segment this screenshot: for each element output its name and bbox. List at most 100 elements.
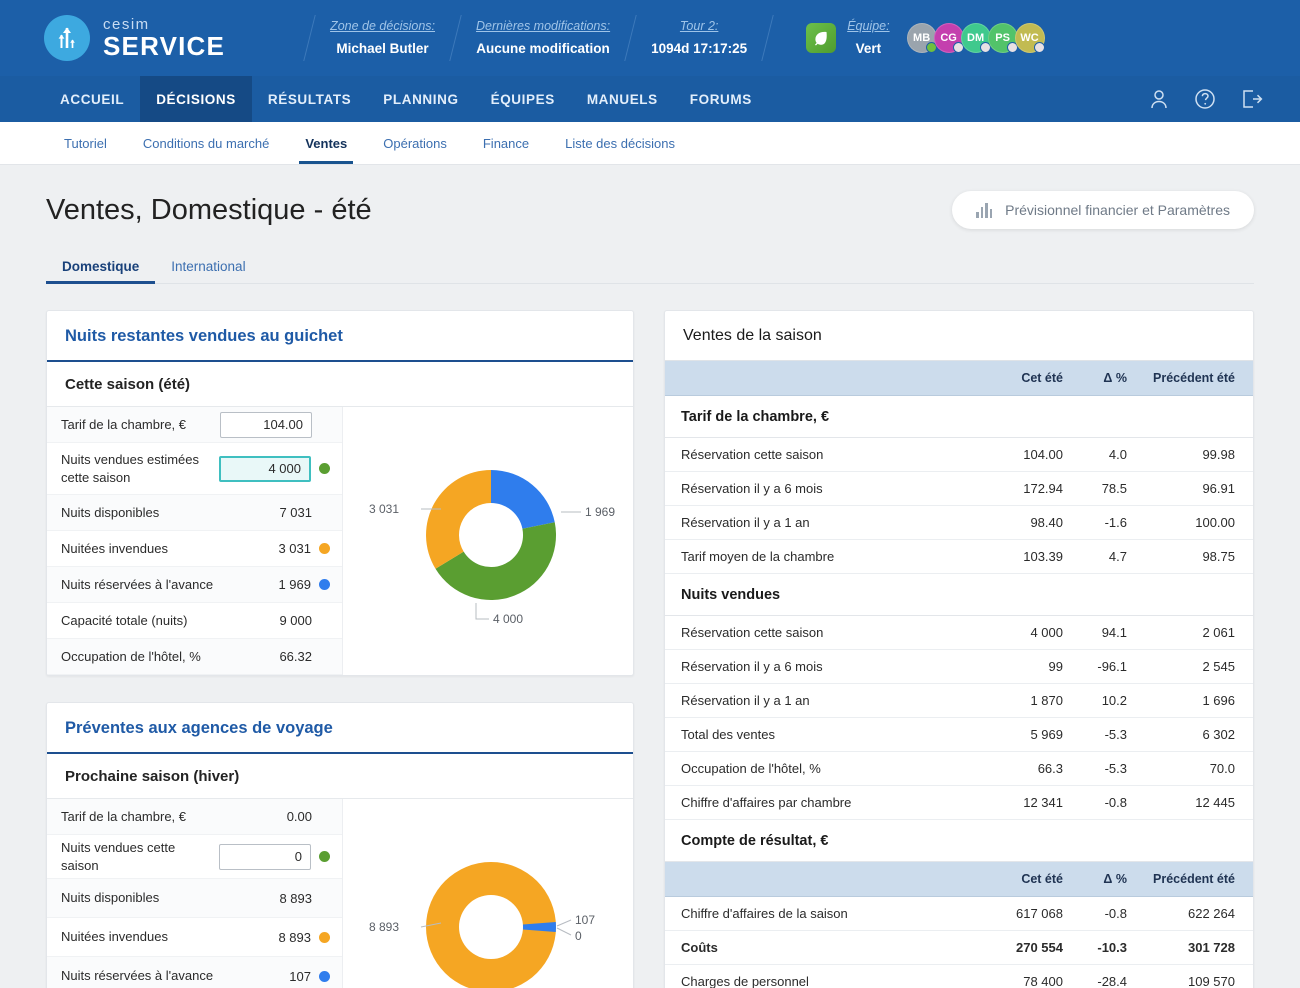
- row-delta: -10.3: [1071, 930, 1135, 965]
- table-header-row: Cet été Δ % Précédent été: [665, 861, 1253, 897]
- subnav-item-operations[interactable]: Opérations: [365, 122, 465, 164]
- row-delta: -0.8: [1071, 896, 1135, 931]
- group-label: Compte de résultat, €: [665, 819, 1253, 862]
- meta-label[interactable]: Dernières modifications:: [476, 17, 610, 36]
- row-label: Réservation cette saison: [665, 437, 979, 472]
- row-current: 270 554: [979, 930, 1071, 965]
- table-group-row: Nuits vendues: [665, 573, 1253, 616]
- brand-logo-block[interactable]: cesim SERVICE: [44, 15, 225, 61]
- th-delta: Δ %: [1071, 861, 1135, 897]
- row-delta: -1.6: [1071, 505, 1135, 540]
- row-label: Réservation il y a 6 mois: [665, 649, 979, 684]
- table-row: Chiffre d'affaires de la saison 617 068 …: [665, 896, 1253, 931]
- meta-label[interactable]: Équipe:: [847, 17, 889, 36]
- row-previous: 12 445: [1135, 785, 1253, 820]
- row-delta: 78.5: [1071, 471, 1135, 506]
- avatar-group: MB CG DM PS WC: [906, 23, 1045, 53]
- subnav-item-tutoriel[interactable]: Tutoriel: [46, 122, 125, 164]
- kpi-value: 8 893: [278, 929, 311, 945]
- kpi-label: Nuits vendues estimées cette saison: [61, 451, 200, 485]
- row-previous: 2 545: [1135, 649, 1253, 684]
- row-current: 78 400: [979, 964, 1071, 988]
- nav-item-manuels[interactable]: MANUELS: [571, 76, 674, 122]
- nav-item-accueil[interactable]: ACCUEIL: [44, 76, 140, 122]
- kpi-value: 0.00: [286, 809, 312, 824]
- row-delta: -5.3: [1071, 751, 1135, 786]
- row-label: Réservation il y a 6 mois: [665, 471, 979, 506]
- kpi-row-presale-prebooked-nights: Nuits réservées à l'avance 107: [47, 957, 342, 988]
- logout-icon[interactable]: [1240, 88, 1264, 110]
- kpi-row-unsold-nights: Nuitées invendues 3 031: [47, 531, 342, 567]
- meta-label[interactable]: Tour 2:: [651, 17, 747, 36]
- donut-label-presale-sold: 0: [575, 929, 582, 943]
- table-row: Réservation cette saison 104.00 4.0 99.9…: [665, 437, 1253, 472]
- presale-nights-sold-input[interactable]: [219, 843, 311, 870]
- row-label: Chiffre d'affaires par chambre: [665, 785, 979, 820]
- avatar[interactable]: CG: [933, 23, 964, 53]
- th-metric: [665, 861, 979, 897]
- meta-round-timer: Tour 2: 1094d 17:17:25: [651, 17, 747, 59]
- nav-item-forums[interactable]: FORUMS: [674, 76, 768, 122]
- table-row: Réservation il y a 6 mois 172.94 78.5 96…: [665, 471, 1253, 506]
- legend-dot-orange: [319, 931, 330, 943]
- financial-forecast-button[interactable]: Prévisionnel financier et Paramètres: [952, 191, 1254, 229]
- subnav-item-liste-decisions[interactable]: Liste des décisions: [547, 122, 693, 164]
- nav-item-equipes[interactable]: ÉQUIPES: [475, 76, 571, 122]
- meta-decision-zone: Zone de décisions: Michael Butler: [330, 17, 435, 59]
- kpi-value: 66.32: [279, 649, 312, 664]
- avatar[interactable]: MB: [906, 23, 937, 53]
- donut-label-presale-unsold: 8 893: [369, 920, 399, 934]
- meta-value: Vert: [855, 40, 882, 56]
- kpi-value: 7 031: [279, 505, 312, 520]
- room-rate-input[interactable]: [220, 411, 312, 438]
- table-row: Réservation il y a 6 mois 99 -96.1 2 545: [665, 649, 1253, 684]
- row-label: Chiffre d'affaires de la saison: [665, 896, 979, 931]
- walkin-donut-chart: 1 969 3 031 4 000: [343, 407, 633, 675]
- nav-item-decisions[interactable]: DÉCISIONS: [140, 76, 252, 122]
- row-delta: -0.8: [1071, 785, 1135, 820]
- tab-international[interactable]: International: [155, 251, 261, 283]
- table-row: Coûts 270 554 -10.3 301 728: [665, 930, 1253, 965]
- avatar[interactable]: WC: [1014, 23, 1045, 53]
- row-current: 66.3: [979, 751, 1071, 786]
- legend-dot-green: [319, 463, 330, 474]
- subnav-item-ventes[interactable]: Ventes: [287, 122, 365, 164]
- meta-value: Aucune modification: [476, 40, 610, 56]
- subnav-item-conditions-marche[interactable]: Conditions du marché: [125, 122, 287, 164]
- kpi-row-hotel-occupancy: Occupation de l'hôtel, % 66.32: [47, 639, 342, 675]
- row-previous: 100.00: [1135, 505, 1253, 540]
- row-label: Réservation il y a 1 an: [665, 683, 979, 718]
- tab-domestique[interactable]: Domestique: [46, 251, 156, 284]
- sub-navigation: Tutoriel Conditions du marché Ventes Opé…: [0, 122, 1300, 165]
- nav-item-planning[interactable]: PLANNING: [367, 76, 474, 122]
- avatar[interactable]: DM: [960, 23, 991, 53]
- table-group-row: Compte de résultat, €: [665, 819, 1253, 862]
- row-label: Charges de personnel: [665, 964, 979, 988]
- legend-dot-blue: [319, 579, 330, 590]
- kpi-row-prebooked-nights: Nuits réservées à l'avance 1 969: [47, 567, 342, 603]
- avatar[interactable]: PS: [987, 23, 1018, 53]
- right-column: Ventes de la saison Cet été Δ % Précéden…: [664, 310, 1254, 988]
- legend-dot-blue: [319, 970, 330, 982]
- walkin-kpi-list: Tarif de la chambre, € Nuits vendues est…: [47, 407, 343, 675]
- row-label: Tarif moyen de la chambre: [665, 539, 979, 574]
- kpi-label: Nuitées invendues: [61, 929, 168, 945]
- row-previous: 96.91: [1135, 471, 1253, 506]
- kpi-row-presale-room-rate: Tarif de la chambre, € 0.00: [47, 799, 342, 835]
- row-label: Occupation de l'hôtel, %: [665, 751, 979, 786]
- help-icon[interactable]: [1194, 88, 1216, 110]
- estimated-nights-sold-input[interactable]: [219, 455, 311, 482]
- user-icon[interactable]: [1148, 88, 1170, 110]
- kpi-label: Capacité totale (nuits): [61, 612, 188, 628]
- divider: [303, 15, 316, 61]
- nav-item-resultats[interactable]: RÉSULTATS: [252, 76, 367, 122]
- row-current: 4 000: [979, 615, 1071, 650]
- th-current: Cet été: [979, 861, 1071, 897]
- subnav-item-finance[interactable]: Finance: [465, 122, 547, 164]
- row-delta: -28.4: [1071, 964, 1135, 988]
- row-previous: 6 302: [1135, 717, 1253, 752]
- meta-label[interactable]: Zone de décisions:: [330, 17, 435, 36]
- row-previous: 622 264: [1135, 896, 1253, 931]
- row-delta: 94.1: [1071, 615, 1135, 650]
- kpi-label: Nuits réservées à l'avance: [61, 576, 214, 592]
